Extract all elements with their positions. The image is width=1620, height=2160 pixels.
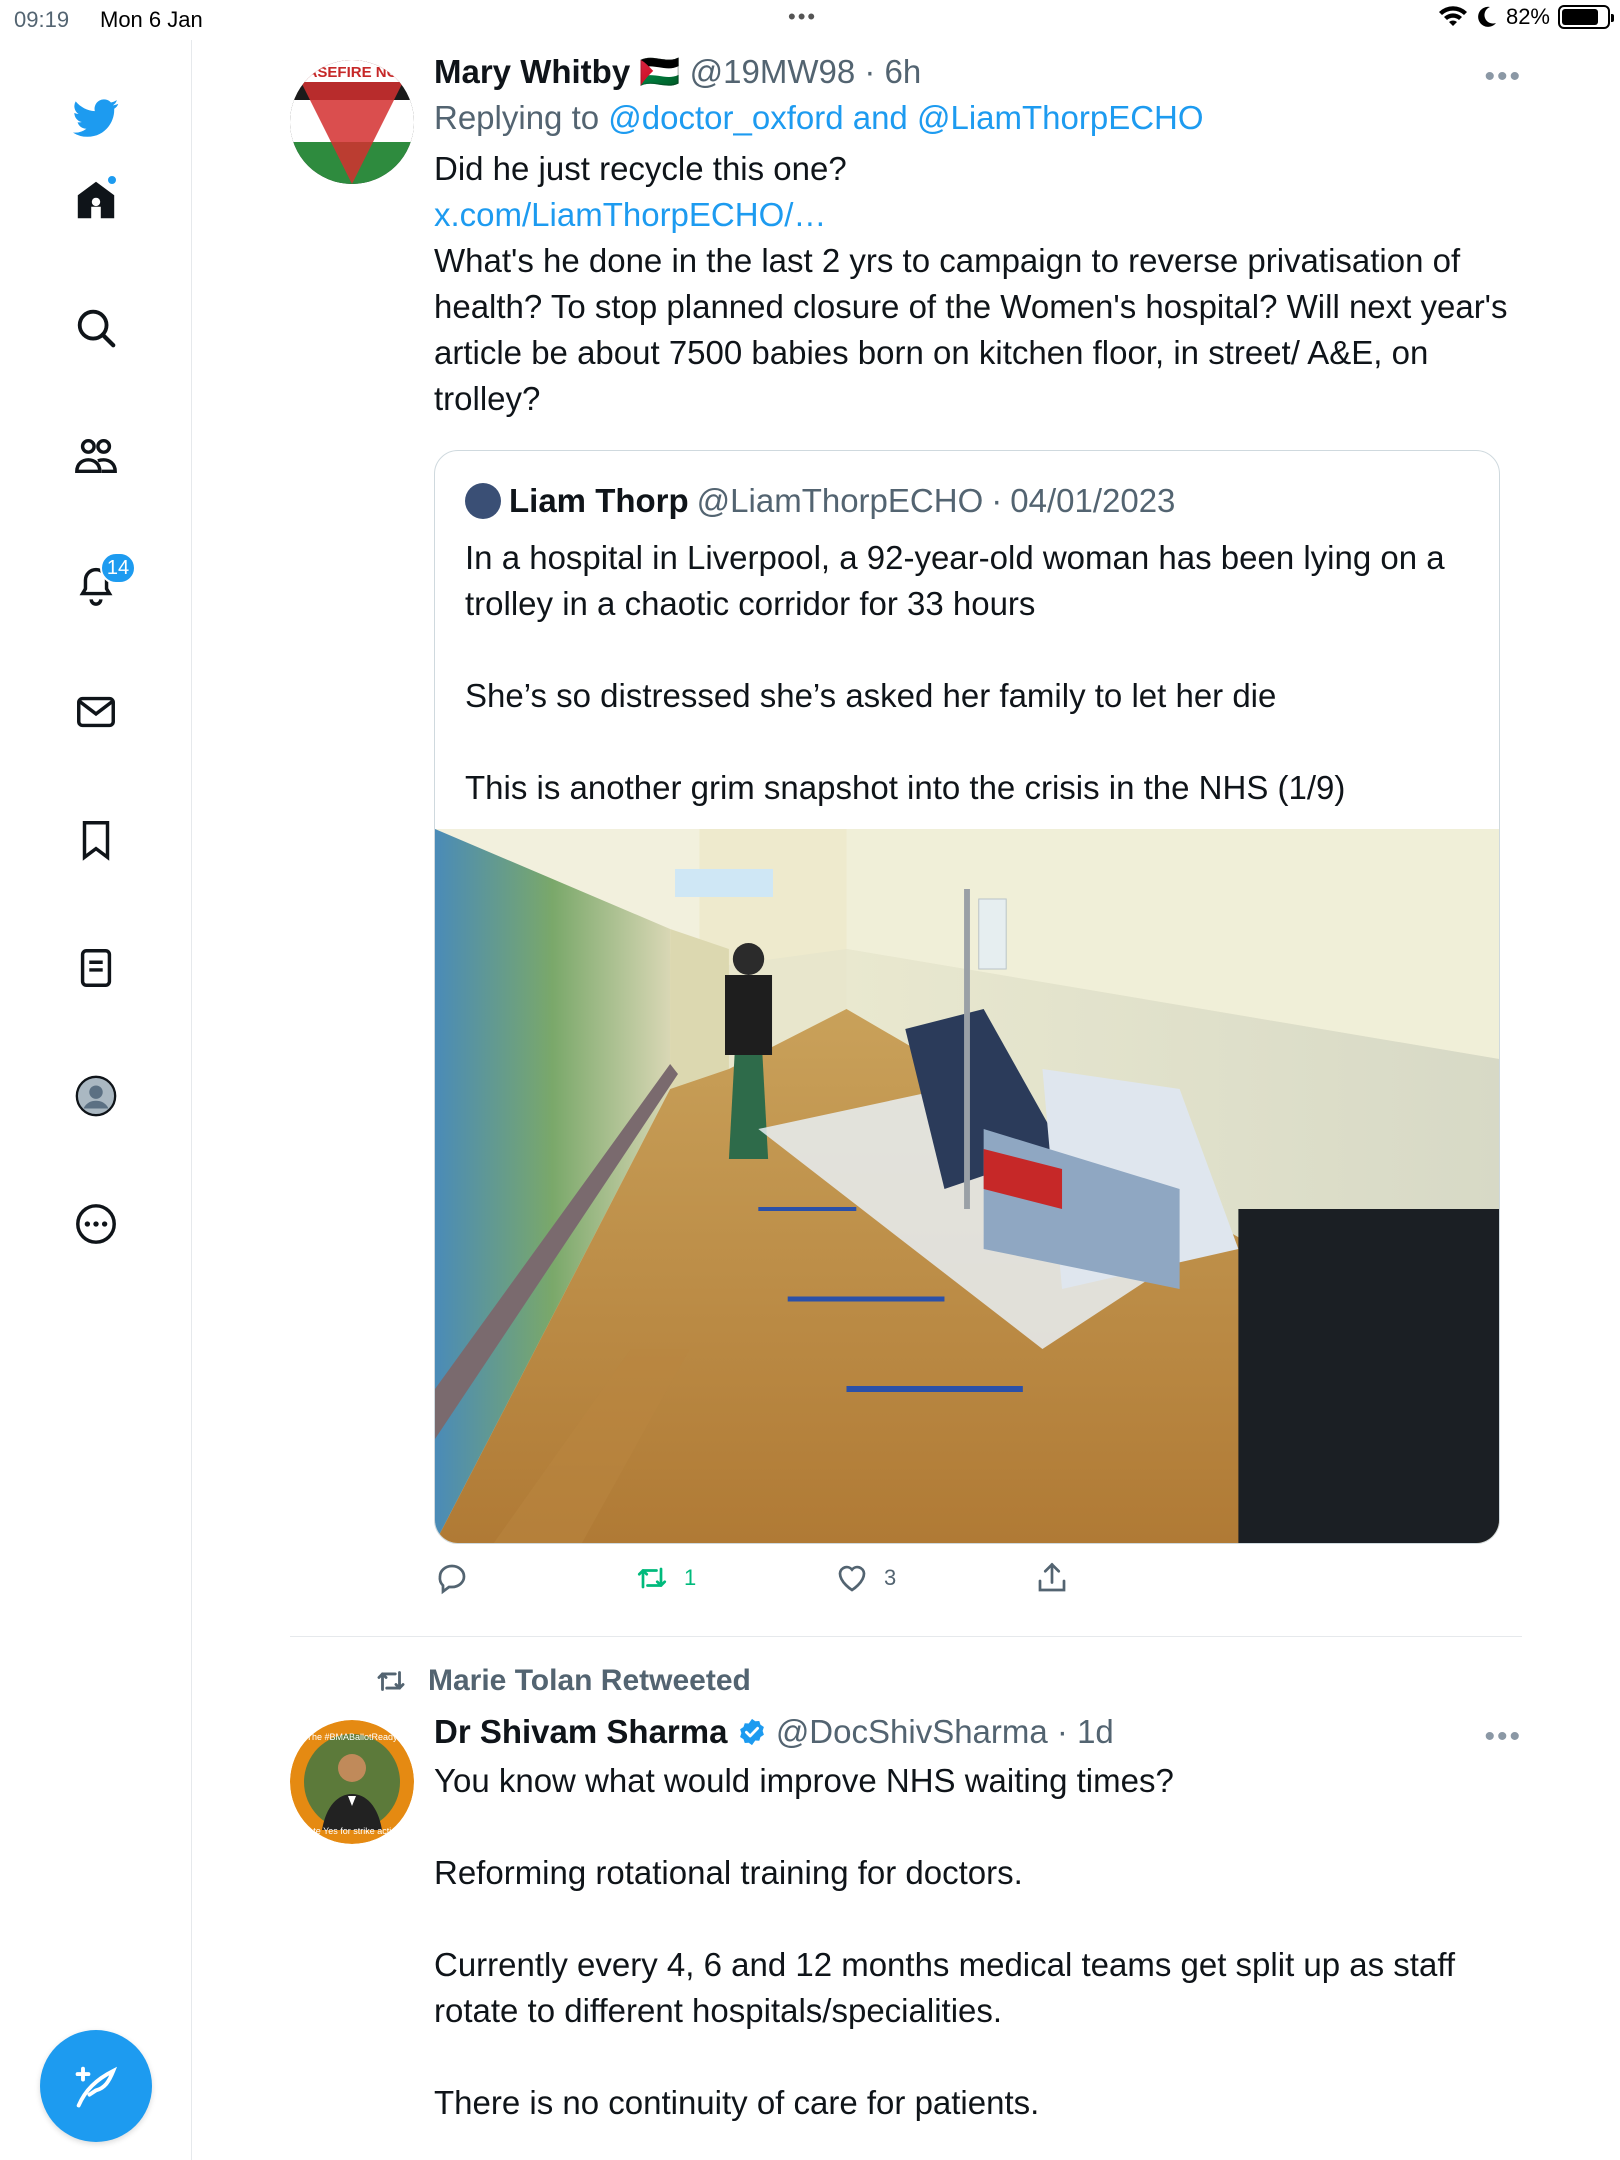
tweet-link[interactable]: x.com/LiamThorpECHO/…: [434, 196, 826, 233]
more-options-icon[interactable]: •••: [1484, 1720, 1522, 1754]
tweet-divider: [290, 1636, 1522, 1637]
status-bar: 09:19 Mon 6 Jan ••• 82%: [0, 0, 1620, 40]
tweet-mary-whitby[interactable]: ASEFIRE NC Mary Whitby 🇵🇸 @19MW98 · 6h •…: [290, 50, 1522, 1640]
avatar-bottom-text: Vote Yes for strike action: [303, 1826, 402, 1836]
status-time: 09:19: [14, 7, 70, 32]
quote-avatar[interactable]: [465, 483, 501, 519]
quote-handle: @LiamThorpECHO: [696, 482, 984, 519]
quote-display-name: Liam Thorp: [509, 482, 689, 519]
avatar-top-text: The #BMABallotReady: [306, 1732, 398, 1742]
reply-user-link[interactable]: @doctor_oxford: [608, 99, 843, 136]
user-handle[interactable]: @19MW98: [690, 53, 856, 90]
verified-badge-icon: [739, 1718, 764, 1746]
heart-icon: [838, 1565, 866, 1592]
like-count: 3: [884, 1565, 897, 1590]
reply-icon: [438, 1564, 466, 1595]
battery-fill: [1562, 9, 1599, 25]
nav-communities[interactable]: [66, 426, 126, 486]
display-name[interactable]: Mary Whitby: [434, 53, 630, 90]
lists-icon: [80, 949, 112, 987]
notifications-badge: 14: [100, 552, 136, 584]
quote-text: In a hospital in Liverpool, a 92-year-ol…: [465, 539, 1445, 806]
quote-header: Liam Thorp @LiamThorpECHO · 04/01/2023: [465, 479, 1175, 523]
nav-messages[interactable]: [66, 682, 126, 742]
search-icon: [77, 309, 116, 348]
battery-percent: 82%: [1505, 4, 1550, 29]
replying-to: Replying to @doctor_oxford and @LiamThor…: [434, 99, 1204, 136]
hospital-corridor-photo[interactable]: [435, 829, 1499, 1543]
nav-home[interactable]: [66, 170, 126, 230]
nav-lists[interactable]: [66, 938, 126, 998]
like-button[interactable]: 3: [834, 1560, 896, 1596]
tweet-text: You know what would improve NHS waiting …: [434, 1762, 1456, 2121]
moon-icon: [1478, 6, 1496, 27]
tweet-time[interactable]: 1d: [1077, 1713, 1114, 1750]
compose-feather-icon: [75, 2066, 118, 2108]
bookmarks-icon: [82, 821, 110, 861]
retweet-button[interactable]: 1: [634, 1560, 696, 1596]
tweet-time[interactable]: 6h: [885, 53, 922, 90]
nav-notifications[interactable]: 14: [66, 552, 136, 614]
communities-icon: [75, 438, 117, 474]
wifi-icon: [1438, 6, 1467, 26]
display-name[interactable]: Dr Shivam Sharma: [434, 1713, 727, 1750]
status-date: Mon 6 Jan: [100, 7, 203, 32]
retweet-icon: [637, 1567, 667, 1589]
multitasking-dots[interactable]: •••: [788, 4, 817, 30]
avatar[interactable]: ASEFIRE NC: [290, 60, 414, 184]
more-options-icon[interactable]: •••: [1484, 60, 1522, 94]
tweet-shivam-sharma[interactable]: The #BMABallotReady Vote Yes for strike …: [290, 1710, 1522, 2130]
retweeted-by-text: Marie Tolan Retweeted: [428, 1664, 751, 1697]
tweet-actions: 1 3: [434, 1560, 1522, 1610]
retweeted-by-label[interactable]: Marie Tolan Retweeted: [374, 1664, 751, 1698]
quoted-tweet[interactable]: Liam Thorp @LiamThorpECHO · 04/01/2023 I…: [434, 450, 1500, 1544]
home-new-dot: [106, 174, 118, 186]
battery-icon: [1558, 5, 1614, 29]
avatar[interactable]: The #BMABallotReady Vote Yes for strike …: [290, 1720, 414, 1844]
twitter-logo-icon[interactable]: [66, 88, 126, 148]
nav-more[interactable]: [66, 1194, 126, 1254]
reply-button[interactable]: [434, 1560, 470, 1596]
nav-profile[interactable]: [66, 1066, 126, 1126]
quote-date: 04/01/2023: [1010, 482, 1176, 519]
tweet-header: Dr Shivam Sharma @DocShivSharma · 1d: [434, 1713, 1114, 1750]
more-icon: [76, 1204, 116, 1244]
user-handle[interactable]: @DocShivSharma: [776, 1713, 1048, 1750]
share-icon: [1038, 1562, 1066, 1592]
share-button[interactable]: [1034, 1560, 1070, 1596]
reply-user-link[interactable]: @LiamThorpECHO: [917, 99, 1204, 136]
avatar-text: ASEFIRE NC: [307, 64, 398, 81]
nav-search[interactable]: [66, 298, 126, 358]
profile-icon: [75, 1075, 117, 1117]
retweet-icon: [377, 1671, 405, 1691]
palestine-flag: 🇵🇸: [639, 53, 681, 90]
status-right: 82%: [1438, 4, 1614, 30]
messages-icon: [77, 696, 115, 728]
retweet-count: 1: [684, 1565, 697, 1590]
nav-bookmarks[interactable]: [66, 810, 126, 870]
tweet-text: Did he just recycle this one? x.com/Liam…: [434, 150, 1517, 417]
tweet-header: Mary Whitby 🇵🇸 @19MW98 · 6h: [434, 53, 922, 90]
compose-tweet-button[interactable]: [40, 2030, 152, 2142]
sidebar-nav: 14: [0, 40, 192, 2160]
